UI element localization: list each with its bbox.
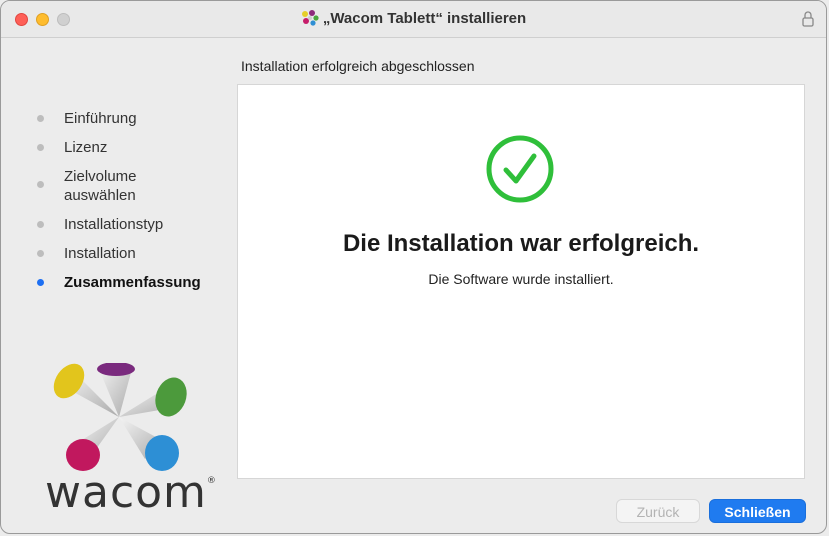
content-panel: Die Installation war erfolgreich. Die So… [237, 84, 805, 479]
step-bullet [37, 115, 44, 122]
wacom-package-icon [301, 10, 319, 30]
step-zusammenfassung: Zusammenfassung [37, 273, 201, 292]
wacom-logo-icon [49, 362, 189, 476]
step-label: Zielvolume auswählen [64, 168, 137, 204]
step-einfuehrung: Einführung [37, 109, 201, 128]
step-bullet-active [37, 279, 44, 286]
step-bullet [37, 250, 44, 257]
back-button[interactable]: Zurück [616, 499, 700, 523]
step-installation: Installation [37, 244, 201, 263]
step-bullet [37, 181, 44, 188]
lock-icon [802, 10, 814, 32]
step-bullet [37, 221, 44, 228]
success-heading: Die Installation war erfolgreich. [342, 230, 700, 257]
step-label: Lizenz [64, 139, 108, 156]
success-message: Die Software wurde installiert. [428, 271, 614, 287]
step-label: Zusammenfassung [64, 274, 201, 291]
step-label: Einführung [64, 110, 137, 127]
installer-steps: Einführung Lizenz Zielvolume auswählen I… [37, 109, 201, 302]
step-label: Installationstyp [64, 216, 164, 233]
wacom-wordmark: wacom® [45, 471, 217, 515]
step-bullet [37, 144, 44, 151]
page-subheader: Installation erfolgreich abgeschlossen [241, 58, 475, 74]
step-installationstyp: Installationstyp [37, 215, 201, 234]
step-zielvolume: Zielvolume auswählen [37, 167, 201, 205]
step-label: Installation [64, 245, 136, 262]
installer-window: „Wacom Tablett“ installieren Installatio… [0, 0, 827, 534]
step-lizenz: Lizenz [37, 138, 201, 157]
title-bar: „Wacom Tablett“ installieren [1, 1, 826, 38]
close-button[interactable]: Schließen [709, 499, 806, 523]
wordmark-text: wacom [45, 467, 207, 518]
registered-mark: ® [206, 476, 217, 486]
window-title: „Wacom Tablett“ installieren [1, 10, 826, 30]
success-checkmark-icon [485, 134, 555, 209]
window-title-text: „Wacom Tablett“ installieren [322, 10, 527, 27]
